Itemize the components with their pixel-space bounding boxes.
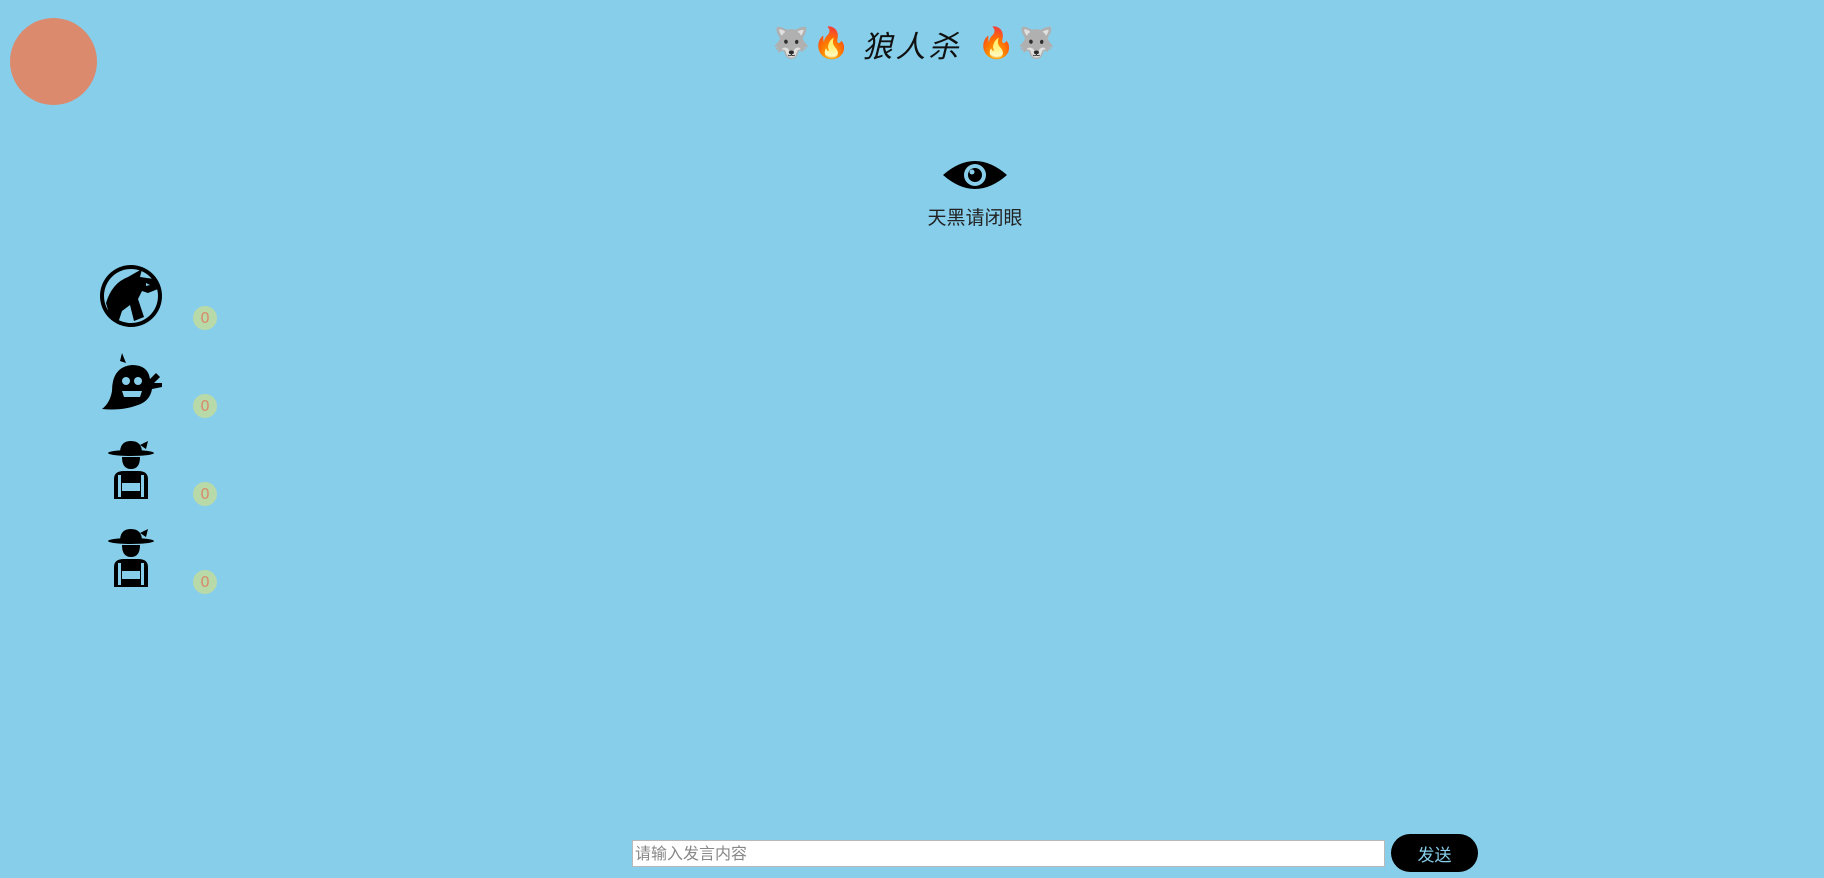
role-list: 0 0 0 0 xyxy=(98,263,238,615)
role-row-villager: 0 xyxy=(98,527,238,615)
game-title: 🐺 🔥 狼人杀 🔥 🐺 xyxy=(0,22,1824,66)
chat-input[interactable] xyxy=(632,839,1385,867)
send-button[interactable]: 发送 xyxy=(1391,834,1478,872)
fire-icon: 🔥 xyxy=(977,26,1015,61)
villager-icon xyxy=(108,441,154,499)
role-row-ghost: 0 xyxy=(98,351,238,439)
chat-bar: 发送 xyxy=(632,834,1478,872)
role-row-villager: 0 xyxy=(98,439,238,527)
ghost-icon xyxy=(102,353,162,410)
role-row-werewolf: 0 xyxy=(98,263,238,351)
villager-icon xyxy=(108,529,154,587)
wolf-icon: 🐺 xyxy=(1017,26,1055,61)
role-count: 0 xyxy=(193,306,217,330)
role-count: 0 xyxy=(193,570,217,594)
title-text: 狼人杀 xyxy=(862,30,962,65)
fire-icon: 🔥 xyxy=(812,26,850,61)
wolf-icon: 🐺 xyxy=(772,26,810,61)
phase-text: 天黑请闭眼 xyxy=(927,207,1023,229)
eye-icon xyxy=(943,161,1007,189)
phase-indicator: 天黑请闭眼 xyxy=(0,155,1824,230)
werewolf-icon xyxy=(100,265,162,327)
role-count: 0 xyxy=(193,482,217,506)
role-count: 0 xyxy=(193,394,217,418)
